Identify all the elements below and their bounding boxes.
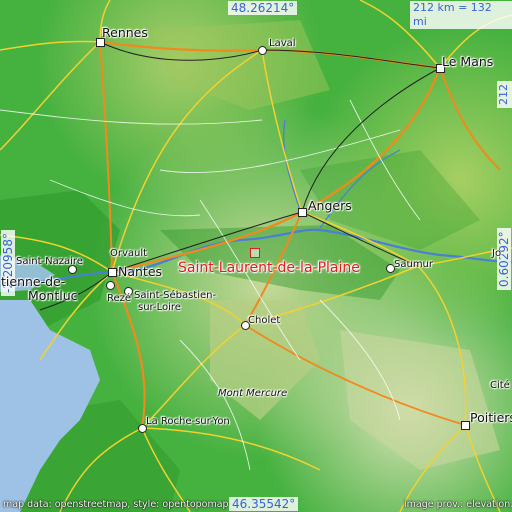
angers-marker[interactable] [298,208,307,217]
city-label-cholet: Cholet [248,315,281,326]
city-label-reze: Rezé [107,293,132,304]
city-label-nantes: Nantes [118,264,163,279]
scale-vertical: 212 km = 132 mi [497,81,512,108]
city-label-montluc-2: Montluc [28,288,78,303]
map-view[interactable]: 48.26214° 46.35542° -2.20958° 0.60292° 2… [0,0,512,512]
poitiers-marker[interactable] [461,421,470,430]
city-label-poitiers: Poitiers [470,410,512,425]
laval-marker[interactable] [258,46,267,55]
city-label-saint-sebastien-2: sur-Loire [138,302,181,313]
city-label-laval: Laval [269,38,296,49]
city-label-saint-sebastien-1: Saint-Sébastien- [134,290,217,301]
city-label-jo: Jo [492,248,502,259]
city-label-montluc-1: tienne-de- [1,274,66,289]
location-marker[interactable] [250,248,260,258]
city-label-angers: Angers [308,198,352,213]
city-label-rennes: Rennes [102,25,148,40]
right-longitude-label: 0.60292° [497,228,511,290]
reze-marker[interactable] [106,281,115,290]
top-latitude-label: 48.26214° [228,1,298,15]
map-data-credit: map data: openstreetmap, style: opentopo… [3,499,229,510]
city-label-la-roche: La Roche-sur-Yon [146,416,230,427]
city-label-saumur: Saumur [394,259,434,270]
nantes-marker[interactable] [108,268,117,277]
city-label-orvault: Orvault [110,248,148,259]
city-label-cite: Cité [490,380,510,391]
city-label-mont-mercure: Mont Mercure [218,388,288,399]
city-label-le-mans: Le Mans [442,54,494,69]
scale-horizontal: 212 km = 132 mi [410,1,512,29]
location-label: Saint-Laurent-de-la-Plaine [178,260,360,276]
bottom-latitude-label: 46.35542° [229,497,299,511]
city-label-saint-nazaire: Saint-Nazaire [16,256,83,267]
image-provider-credit: image prov.: elevation.city [404,499,512,510]
